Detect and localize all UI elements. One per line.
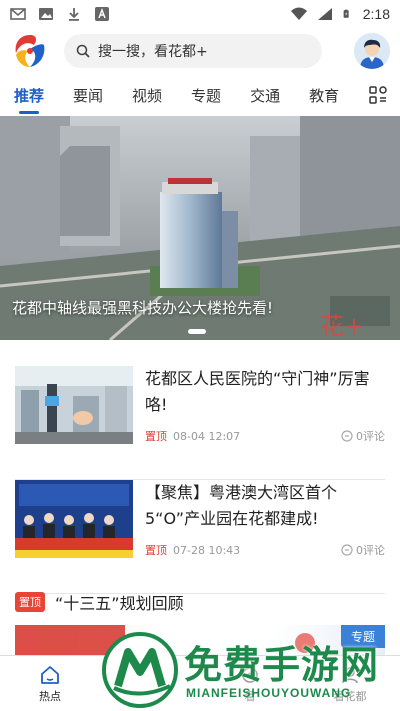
app-logo[interactable] (10, 31, 50, 71)
svg-text:花+: 花+ (320, 312, 364, 340)
special-section-header[interactable]: 置顶 “十三五”规划回顾 (15, 590, 184, 614)
comment-icon (341, 544, 353, 556)
nav-label: 看花都 (333, 689, 367, 703)
news-item-2[interactable]: 【聚焦】粤港澳大湾区首个5“O”产业园在花都建成! 置顶 07-28 10:43… (15, 480, 385, 594)
carousel-indicator (188, 329, 206, 334)
news-meta: 置顶 08-04 12:07 0评论 (145, 428, 385, 444)
search-bar[interactable]: 搜一搜，看花都+ (64, 34, 322, 68)
comment-count[interactable]: 0评论 (341, 542, 385, 558)
pinned-tag: 置顶 (145, 430, 167, 443)
news-thumbnail (15, 480, 133, 558)
special-banner[interactable]: 专题 (15, 625, 385, 655)
profile-icon (342, 666, 358, 683)
news-thumbnail (15, 366, 133, 444)
news-title: 【聚焦】粤港澳大湾区首个5“O”产业园在花都建成! (145, 483, 338, 528)
watch-icon (242, 666, 258, 683)
nav-label: 热点 (39, 689, 61, 703)
nav-hot[interactable]: 热点 (0, 656, 100, 711)
pinned-badge: 置顶 (15, 592, 45, 612)
tab-news[interactable]: 要闻 (73, 85, 103, 106)
signal-icon (317, 8, 332, 20)
header: 搜一搜，看花都+ (0, 28, 400, 74)
news-meta: 置顶 07-28 10:43 0评论 (145, 542, 385, 558)
search-icon (76, 44, 90, 58)
grid-menu-icon (369, 86, 387, 104)
nav-huadu[interactable]: 看花都 (300, 656, 400, 711)
section-title: “十三五”规划回顾 (55, 594, 184, 613)
banner-carousel[interactable]: 花+ 花都中轴线最强黑科技办公大楼抢先看! (0, 116, 400, 340)
nav-short-video[interactable]: 短 (100, 656, 200, 711)
avatar-icon (354, 33, 390, 69)
news-title: 花都区人民医院的“守门神”厉害咯! (145, 369, 370, 414)
image-icon (39, 8, 53, 20)
status-time: 2:18 (362, 6, 390, 22)
video-icon (141, 667, 159, 682)
comment-count[interactable]: 0评论 (341, 428, 385, 444)
news-item-1[interactable]: 花都区人民医院的“守门神”厉害咯! 置顶 08-04 12:07 0评论 (15, 366, 385, 480)
nav-watch[interactable]: 看 (200, 656, 300, 711)
search-placeholder: 搜一搜，看花都+ (98, 44, 208, 60)
bottom-navigation: 热点 短 看 看花都 (0, 655, 400, 711)
tab-more-button[interactable] (356, 74, 400, 116)
gmail-icon (10, 8, 26, 20)
comment-icon (341, 430, 353, 442)
home-icon (41, 665, 59, 684)
battery-icon (343, 9, 349, 18)
status-bar: 2:18 (0, 0, 400, 28)
tab-traffic[interactable]: 交通 (250, 85, 280, 106)
comment-label: 0评论 (356, 544, 385, 557)
avatar[interactable] (354, 33, 390, 69)
special-banner-image (15, 625, 315, 655)
news-date: 07-28 10:43 (173, 543, 241, 557)
tab-recommend[interactable]: 推荐 (14, 85, 44, 114)
wifi-icon (290, 7, 307, 20)
nav-label: 短 (144, 689, 156, 703)
font-a-icon (95, 7, 109, 21)
pinned-tag: 置顶 (145, 544, 167, 557)
nav-label: 看 (244, 689, 256, 703)
category-tabs: 推荐 要闻 视频 专题 交通 教育 (0, 74, 400, 116)
comment-label: 0评论 (356, 430, 385, 443)
news-date: 08-04 12:07 (173, 429, 241, 443)
download-icon (69, 8, 79, 21)
tab-education[interactable]: 教育 (309, 85, 339, 106)
banner-caption: 花都中轴线最强黑科技办公大楼抢先看! (12, 299, 274, 317)
special-badge: 专题 (340, 625, 385, 648)
tab-special[interactable]: 专题 (191, 85, 221, 106)
tab-video[interactable]: 视频 (132, 85, 162, 106)
